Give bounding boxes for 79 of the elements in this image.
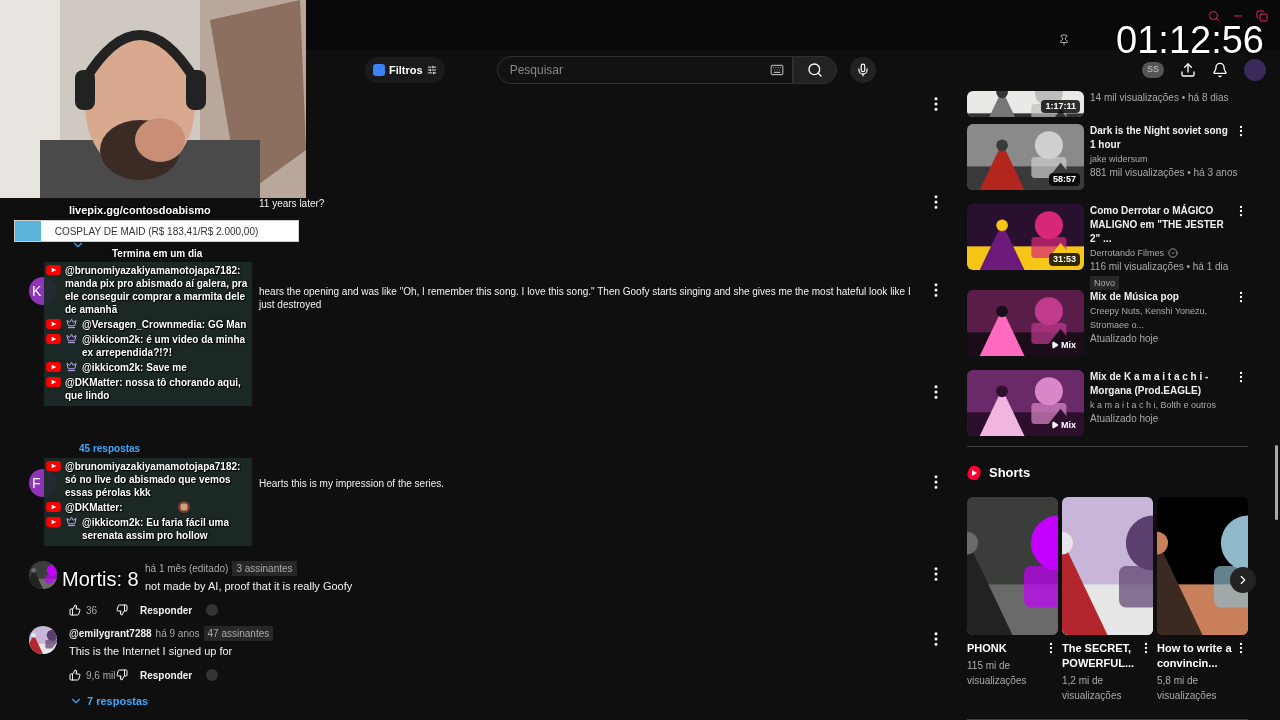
play-logo-icon: [46, 517, 61, 527]
chat-message: @Versagen_Crownmedia: GG Man: [82, 318, 248, 331]
subscriber-badge: 3 assinantes: [232, 561, 297, 576]
play-logo-icon: [46, 502, 61, 512]
subscriber-badge: 47 assinantes: [203, 626, 274, 641]
dislike-icon[interactable]: [116, 604, 128, 616]
video-meta: 116 mil visualizações • há 1 dia: [1090, 260, 1230, 274]
section-title: Shorts: [989, 464, 1031, 482]
comment-text: This is the Internet I signed up for: [69, 644, 234, 659]
filter-chip[interactable]: Filtros: [365, 57, 445, 83]
restore-icon[interactable]: [1256, 10, 1268, 22]
short-title[interactable]: How to write a convincin...: [1157, 640, 1234, 671]
play-logo-icon: [46, 377, 61, 387]
goal-label: COSPLAY DE MAID (R$ 183,41/R$ 2.000,00): [53, 224, 260, 239]
chat-message: @ikkicom2k: é um video da minha ex arrependida?!?!: [82, 333, 247, 359]
play-logo-icon: [46, 362, 61, 372]
shorts-logo-icon: [967, 464, 981, 481]
mic-button[interactable]: [849, 57, 876, 83]
like-count: 36: [86, 603, 99, 618]
comment-time: há 1 mês (editado): [145, 562, 229, 576]
chat-message: @DKMatter:: [65, 501, 124, 514]
new-badge: Novo: [1090, 276, 1119, 290]
death-counter: Mortis: 8: [62, 567, 139, 592]
comment-time: há 9 anos: [155, 627, 200, 641]
like-icon[interactable]: [69, 669, 81, 681]
short-title[interactable]: The SECRET, POWERFUL...: [1062, 640, 1139, 671]
sliders-icon: [426, 65, 437, 75]
search-icon: [806, 62, 823, 78]
reply-button[interactable]: Responder: [140, 602, 193, 618]
video-title[interactable]: Como Derrotar o MÁGICO MALIGNO em "THE JESTER 2" ...: [1090, 204, 1234, 246]
comment-text: hears the opening and was like "Oh, I remember this song. I love this song." Then Goofy starts singing and she gives me the most hateful look like I just destroyed: [259, 285, 912, 311]
pin-icon[interactable]: [1058, 34, 1070, 46]
channel-name[interactable]: jake widersum: [1090, 152, 1148, 166]
goal-deadline: Termina em um dia: [112, 247, 203, 261]
replies-button[interactable]: 7 respostas: [69, 692, 149, 709]
replies-button[interactable]: 45 respostas: [79, 441, 141, 456]
video-title[interactable]: Mix de Música pop: [1090, 290, 1234, 304]
play-logo-icon: [46, 461, 61, 471]
chat-message: @DKMatter: nossa tô chorando aqui, que lindo: [65, 376, 242, 402]
video-meta: Atualizado hoje: [1090, 412, 1160, 426]
video-meta: 14 mil visualizações • há 8 dias: [1090, 91, 1230, 105]
search-icon[interactable]: [1208, 10, 1220, 22]
play-logo-icon: [46, 319, 61, 329]
comment-text: Hearts this is my impression of the series.: [259, 477, 446, 490]
channel-name[interactable]: Derrotando Filmes: [1090, 246, 1165, 260]
channel-name[interactable]: Creepy Nuts, Kenshi Yonezu, Stromaee o...: [1090, 304, 1234, 332]
chat-message: @brunomiyazakiyamamotojapa7182: só no live do abismado que vemos essas pérolas kkk: [65, 460, 242, 499]
search-input[interactable]: Pesquisar: [509, 61, 770, 79]
short-title[interactable]: PHONK: [967, 640, 1044, 656]
comment-text: not made by AI, proof that it is really Goofy: [145, 579, 354, 594]
keyboard-icon[interactable]: [769, 63, 784, 77]
chat-message: @ikkicom2k: Eu faria fácil uma serenata assim pro hollow: [82, 516, 231, 542]
play-logo-icon: [46, 265, 61, 275]
stream-timer: 01:12:56: [1116, 18, 1264, 62]
comment-text: 11 years later?: [259, 197, 326, 210]
dislike-icon[interactable]: [116, 669, 128, 681]
like-icon[interactable]: [69, 604, 81, 616]
play-logo-icon: [46, 334, 61, 344]
short-views: 1,2 mi de visualizações: [1062, 673, 1123, 703]
short-views: 5,8 mi de visualizações: [1157, 673, 1218, 703]
bell-icon[interactable]: [1212, 62, 1228, 78]
chat-message: @brunomiyazakiyamamotojapa7182: manda pix pro abismado aí galera, pra ele conseguir comprar a marmita dele de amanhã: [65, 264, 249, 316]
search-button[interactable]: [792, 56, 837, 84]
short-views: 115 mi de visualizações: [967, 658, 1028, 688]
chat-message: @ikkicom2k: Save me: [82, 361, 188, 374]
video-meta: Atualizado hoje: [1090, 332, 1160, 346]
reply-button[interactable]: Responder: [140, 667, 193, 683]
mix-badge: Mix: [1047, 418, 1080, 432]
mic-icon: [855, 63, 870, 77]
mix-badge: Mix: [1047, 338, 1080, 352]
upload-icon[interactable]: [1180, 62, 1196, 78]
video-title[interactable]: Dark is the Night soviet song 1 hour: [1090, 124, 1234, 152]
search-field[interactable]: Pesquisar: [496, 56, 793, 84]
comment-author[interactable]: @emilygrant7288: [69, 626, 152, 641]
app-logo-icon: [373, 64, 385, 76]
channel-name[interactable]: k a m a i t a c h i, Bolth e outros: [1090, 398, 1217, 412]
account-chip[interactable]: SS: [1142, 62, 1164, 78]
video-title[interactable]: Mix de K a m a i t a c h i - Morgana (Prod.EAGLE): [1090, 370, 1234, 398]
like-count: 9,6 mil: [86, 668, 116, 683]
